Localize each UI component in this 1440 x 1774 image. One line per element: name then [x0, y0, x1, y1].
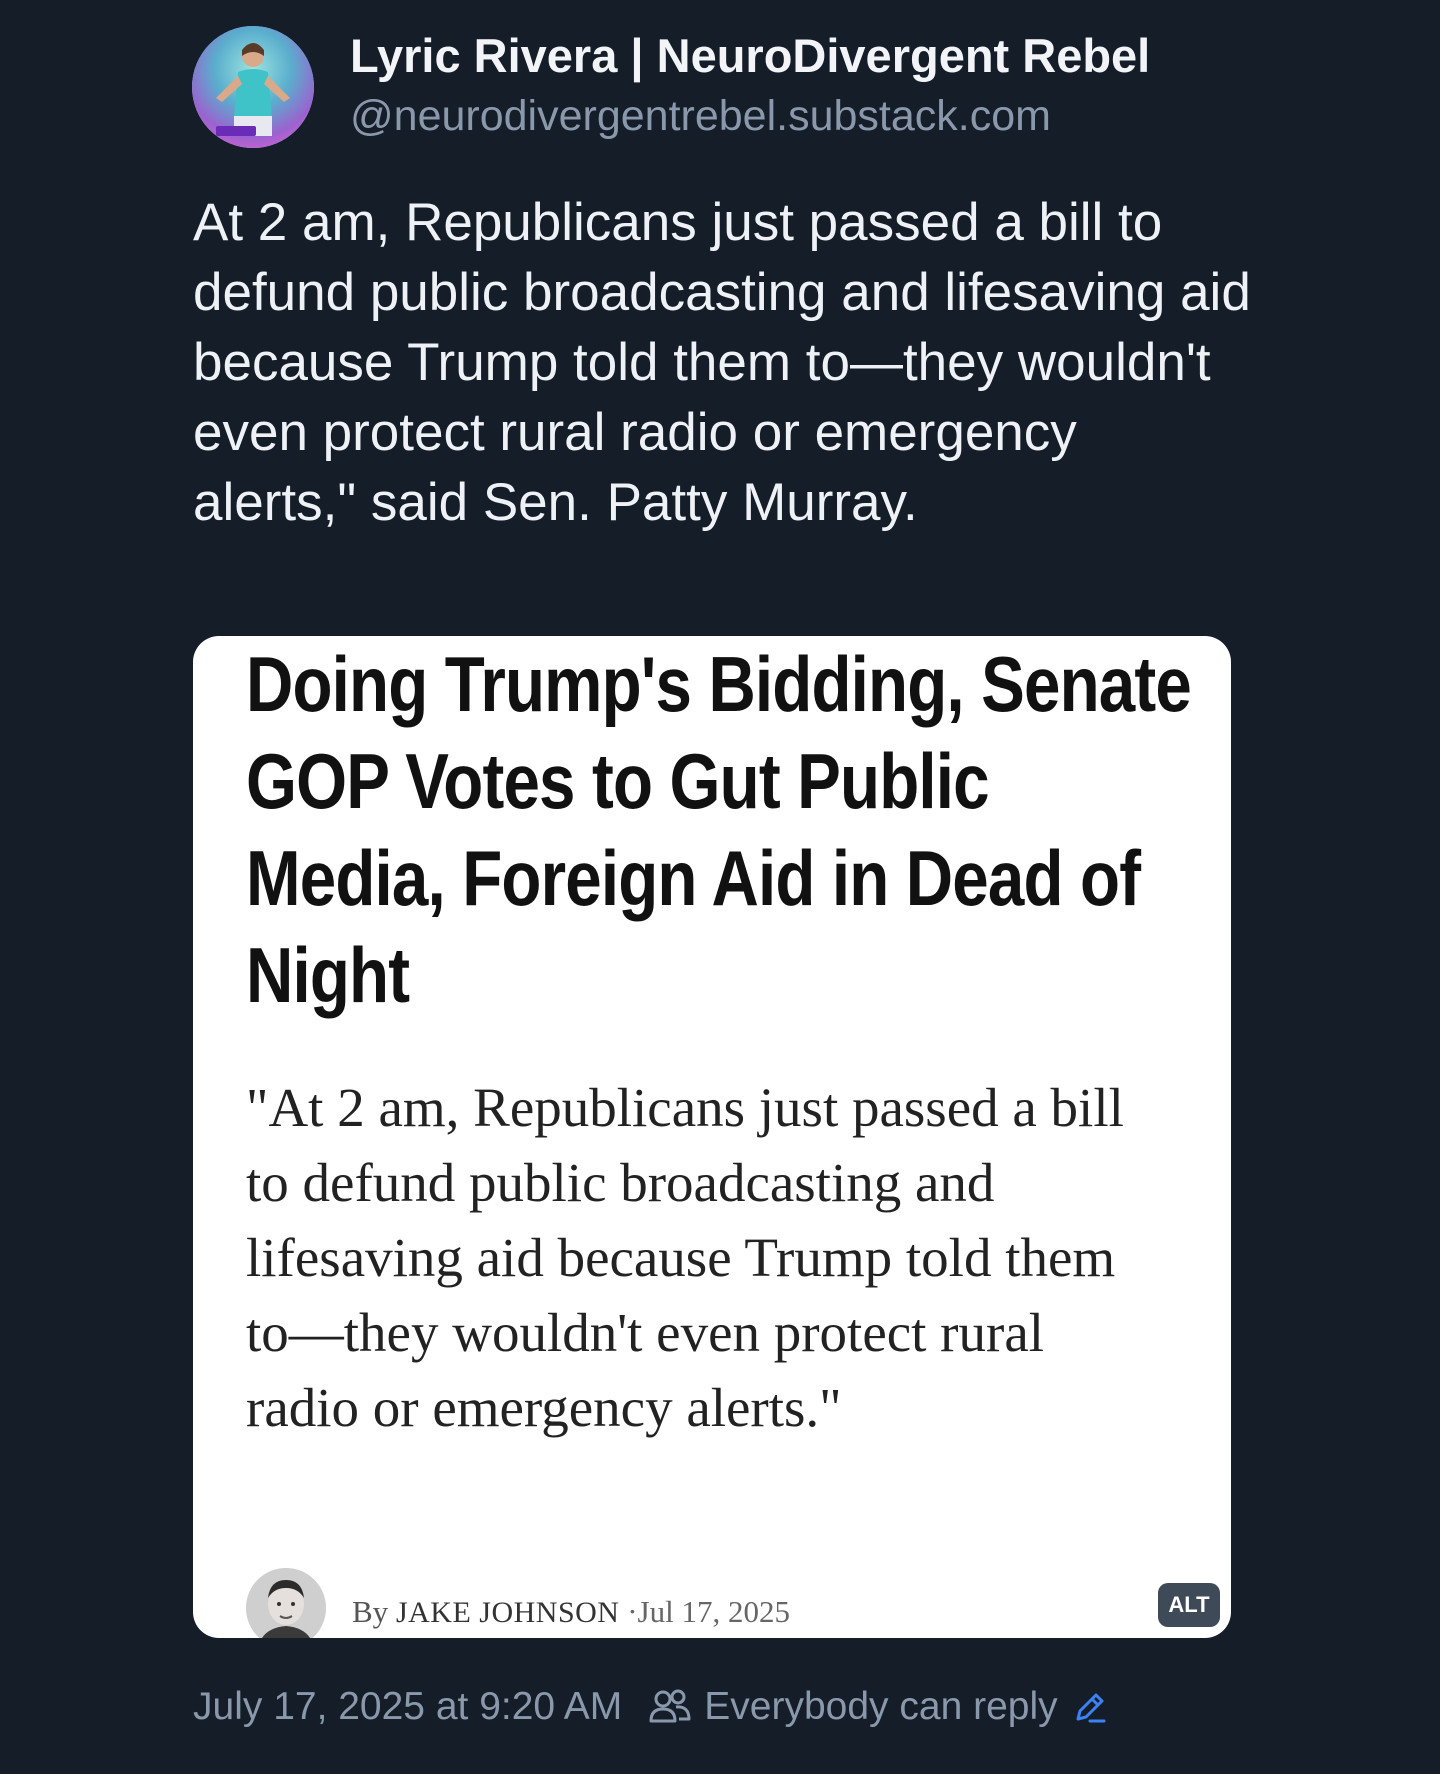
- byline-text: By JAKE JOHNSON ·Jul 17, 2025: [352, 1594, 790, 1630]
- author-avatar[interactable]: [192, 26, 314, 148]
- author-avatar-image: [192, 26, 314, 148]
- article-quote: "At 2 am, Republicans just passed a bill…: [246, 1077, 1124, 1438]
- edit-icon[interactable]: [1072, 1689, 1108, 1725]
- article-byline: By JAKE JOHNSON ·Jul 17, 2025: [246, 1568, 946, 1638]
- article-author-avatar: [246, 1568, 326, 1638]
- post: Lyric Rivera | NeuroDivergent Rebel @neu…: [0, 0, 1440, 1774]
- by-prefix: By: [352, 1594, 389, 1629]
- people-icon: [648, 1687, 692, 1727]
- post-image[interactable]: Doing Trump's Bidding, Senate GOP Votes …: [193, 636, 1231, 1638]
- article-author-photo: [246, 1568, 326, 1638]
- article-headline: Doing Trump's Bidding, Senate GOP Votes …: [246, 640, 1192, 1019]
- author-handle[interactable]: @neurodivergentrebel.substack.com: [350, 92, 1051, 141]
- reply-setting: Everybody can reply: [704, 1685, 1058, 1728]
- post-footer: July 17, 2025 at 9:20 AM Everybody can r…: [193, 1682, 1108, 1732]
- post-timestamp[interactable]: July 17, 2025 at 9:20 AM: [193, 1685, 622, 1729]
- author-display-name[interactable]: Lyric Rivera | NeuroDivergent Rebel: [350, 28, 1150, 83]
- article-date: ·Jul 17, 2025: [627, 1594, 790, 1629]
- article-author-name: JAKE JOHNSON: [395, 1596, 620, 1629]
- post-text: At 2 am, Republicans just passed a bill …: [193, 193, 1251, 532]
- alt-text-button[interactable]: ALT: [1158, 1583, 1220, 1627]
